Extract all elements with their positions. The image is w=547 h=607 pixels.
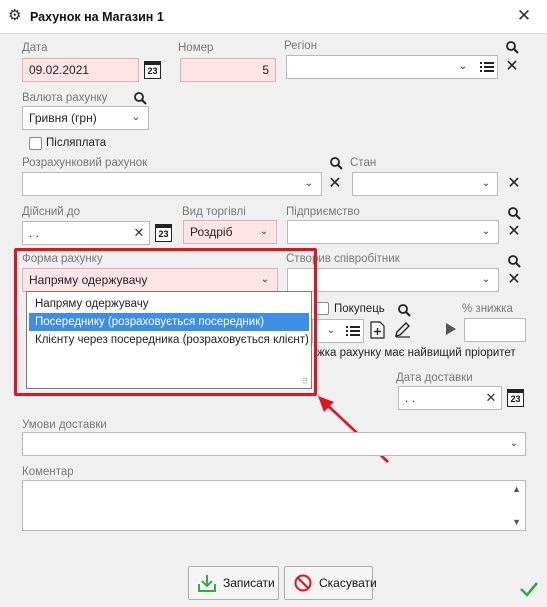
chevron-down-icon[interactable]: ⌄	[325, 320, 337, 342]
window-title: Рахунок на Магазин 1	[30, 10, 164, 24]
buyer-search-icon[interactable]	[397, 303, 411, 317]
close-icon[interactable]: ✕	[514, 6, 534, 26]
chevron-down-icon[interactable]: ⌄	[457, 56, 469, 78]
payment-form-select[interactable]: Напряму одержувачу	[22, 268, 278, 292]
date-label: Дата	[22, 42, 48, 54]
chevron-down-icon[interactable]: ⌄	[480, 269, 492, 291]
creator-label: Створив співробітник	[286, 253, 400, 265]
state-select[interactable]	[352, 172, 498, 196]
valid-until-label: Дійсний до	[22, 206, 81, 218]
annotation-arrow-icon	[318, 396, 389, 463]
currency-label: Валюта рахунку	[22, 92, 108, 104]
new-document-icon[interactable]	[370, 321, 385, 339]
buyer-label: Покупець	[334, 303, 385, 315]
cancel-button-label: Скасувати	[319, 576, 377, 590]
list-icon[interactable]	[346, 325, 360, 337]
title-bar: ⚙ Рахунок на Магазин 1 ✕	[0, 0, 547, 34]
region-search-icon[interactable]	[505, 40, 519, 54]
cancel-button[interactable]: Скасувати	[284, 566, 377, 600]
payment-form-label: Форма рахунку	[22, 253, 103, 265]
delivery-date-label: Дата доставки	[396, 372, 473, 384]
postpay-checkbox[interactable]	[29, 137, 42, 150]
calendar-icon[interactable]: 23	[507, 389, 524, 407]
number-field[interactable]: 5	[180, 58, 276, 82]
creator-select[interactable]	[287, 268, 499, 292]
delivery-terms-label: Умови доставки	[22, 419, 107, 431]
creator-clear-icon[interactable]: ✕	[506, 272, 522, 288]
chevron-down-icon[interactable]: ⌄	[303, 173, 315, 195]
region-clear-icon[interactable]: ✕	[504, 59, 520, 75]
chevron-down-icon[interactable]: ⌄	[508, 433, 520, 455]
checkmark-icon	[520, 582, 538, 597]
edit-icon[interactable]	[394, 320, 412, 338]
delivery-terms-select[interactable]	[22, 432, 526, 456]
settlement-account-select[interactable]	[22, 172, 322, 196]
calendar-icon[interactable]: 23	[155, 224, 172, 242]
discount-field[interactable]	[464, 318, 526, 342]
settlement-account-label: Розрахунковий рахунок	[22, 157, 148, 169]
calendar-icon[interactable]: 23	[144, 61, 161, 79]
option-client-via-intermediary[interactable]: Клієнту через посередника (розраховуєтьс…	[29, 331, 309, 349]
chevron-down-icon[interactable]: ⌄	[480, 173, 492, 195]
valid-until-field[interactable]: . .	[22, 221, 150, 245]
state-label: Стан	[350, 157, 377, 169]
region-label: Регіон	[284, 40, 318, 52]
save-button-label: Записати	[223, 576, 275, 590]
currency-search-icon[interactable]	[133, 91, 147, 105]
enterprise-clear-icon[interactable]: ✕	[506, 224, 522, 240]
enterprise-select[interactable]	[287, 220, 499, 244]
download-icon	[198, 575, 216, 592]
discount-label: % знижка	[462, 303, 513, 315]
save-button[interactable]: Записати	[188, 566, 279, 600]
chevron-down-icon[interactable]: ⌄	[258, 221, 270, 243]
settlement-search-icon[interactable]	[329, 156, 343, 170]
cancel-icon	[294, 574, 312, 592]
discount-priority-note: жка рахунку має найвищий пріоритет	[317, 347, 516, 359]
chevron-down-icon[interactable]: ⌄	[130, 107, 142, 129]
comment-label: Коментар	[22, 466, 74, 478]
gear-icon[interactable]: ⚙	[8, 8, 24, 24]
list-icon[interactable]	[480, 61, 494, 73]
resize-grip-icon[interactable]: ⠿	[302, 377, 308, 386]
postpay-label: Післяплата	[46, 137, 107, 149]
play-icon[interactable]	[445, 322, 457, 336]
enterprise-label: Підприємство	[286, 206, 360, 218]
clear-icon[interactable]: ✕	[133, 226, 145, 239]
trade-type-label: Вид торгівлі	[182, 206, 246, 218]
settlement-clear-icon[interactable]: ✕	[327, 176, 343, 192]
state-clear-icon[interactable]: ✕	[506, 176, 522, 192]
chevron-down-icon[interactable]: ⌄	[259, 269, 271, 291]
comment-textarea[interactable]: ▲ ▼	[22, 480, 526, 531]
payment-form-dropdown-list: Напряму одержувачу Посереднику (розрахов…	[26, 291, 312, 389]
scroll-up-icon[interactable]: ▲	[512, 484, 521, 494]
option-direct-recipient[interactable]: Напряму одержувачу	[29, 295, 309, 313]
creator-search-icon[interactable]	[507, 254, 521, 268]
scroll-down-icon[interactable]: ▼	[512, 517, 521, 527]
clear-icon[interactable]: ✕	[485, 391, 497, 404]
enterprise-search-icon[interactable]	[507, 206, 521, 220]
option-intermediary[interactable]: Посереднику (розраховується посередник)	[29, 313, 309, 331]
date-field[interactable]: 09.02.2021	[22, 58, 139, 82]
number-label: Номер	[178, 42, 214, 54]
buyer-checkbox[interactable]	[316, 302, 329, 315]
chevron-down-icon[interactable]: ⌄	[480, 221, 492, 243]
